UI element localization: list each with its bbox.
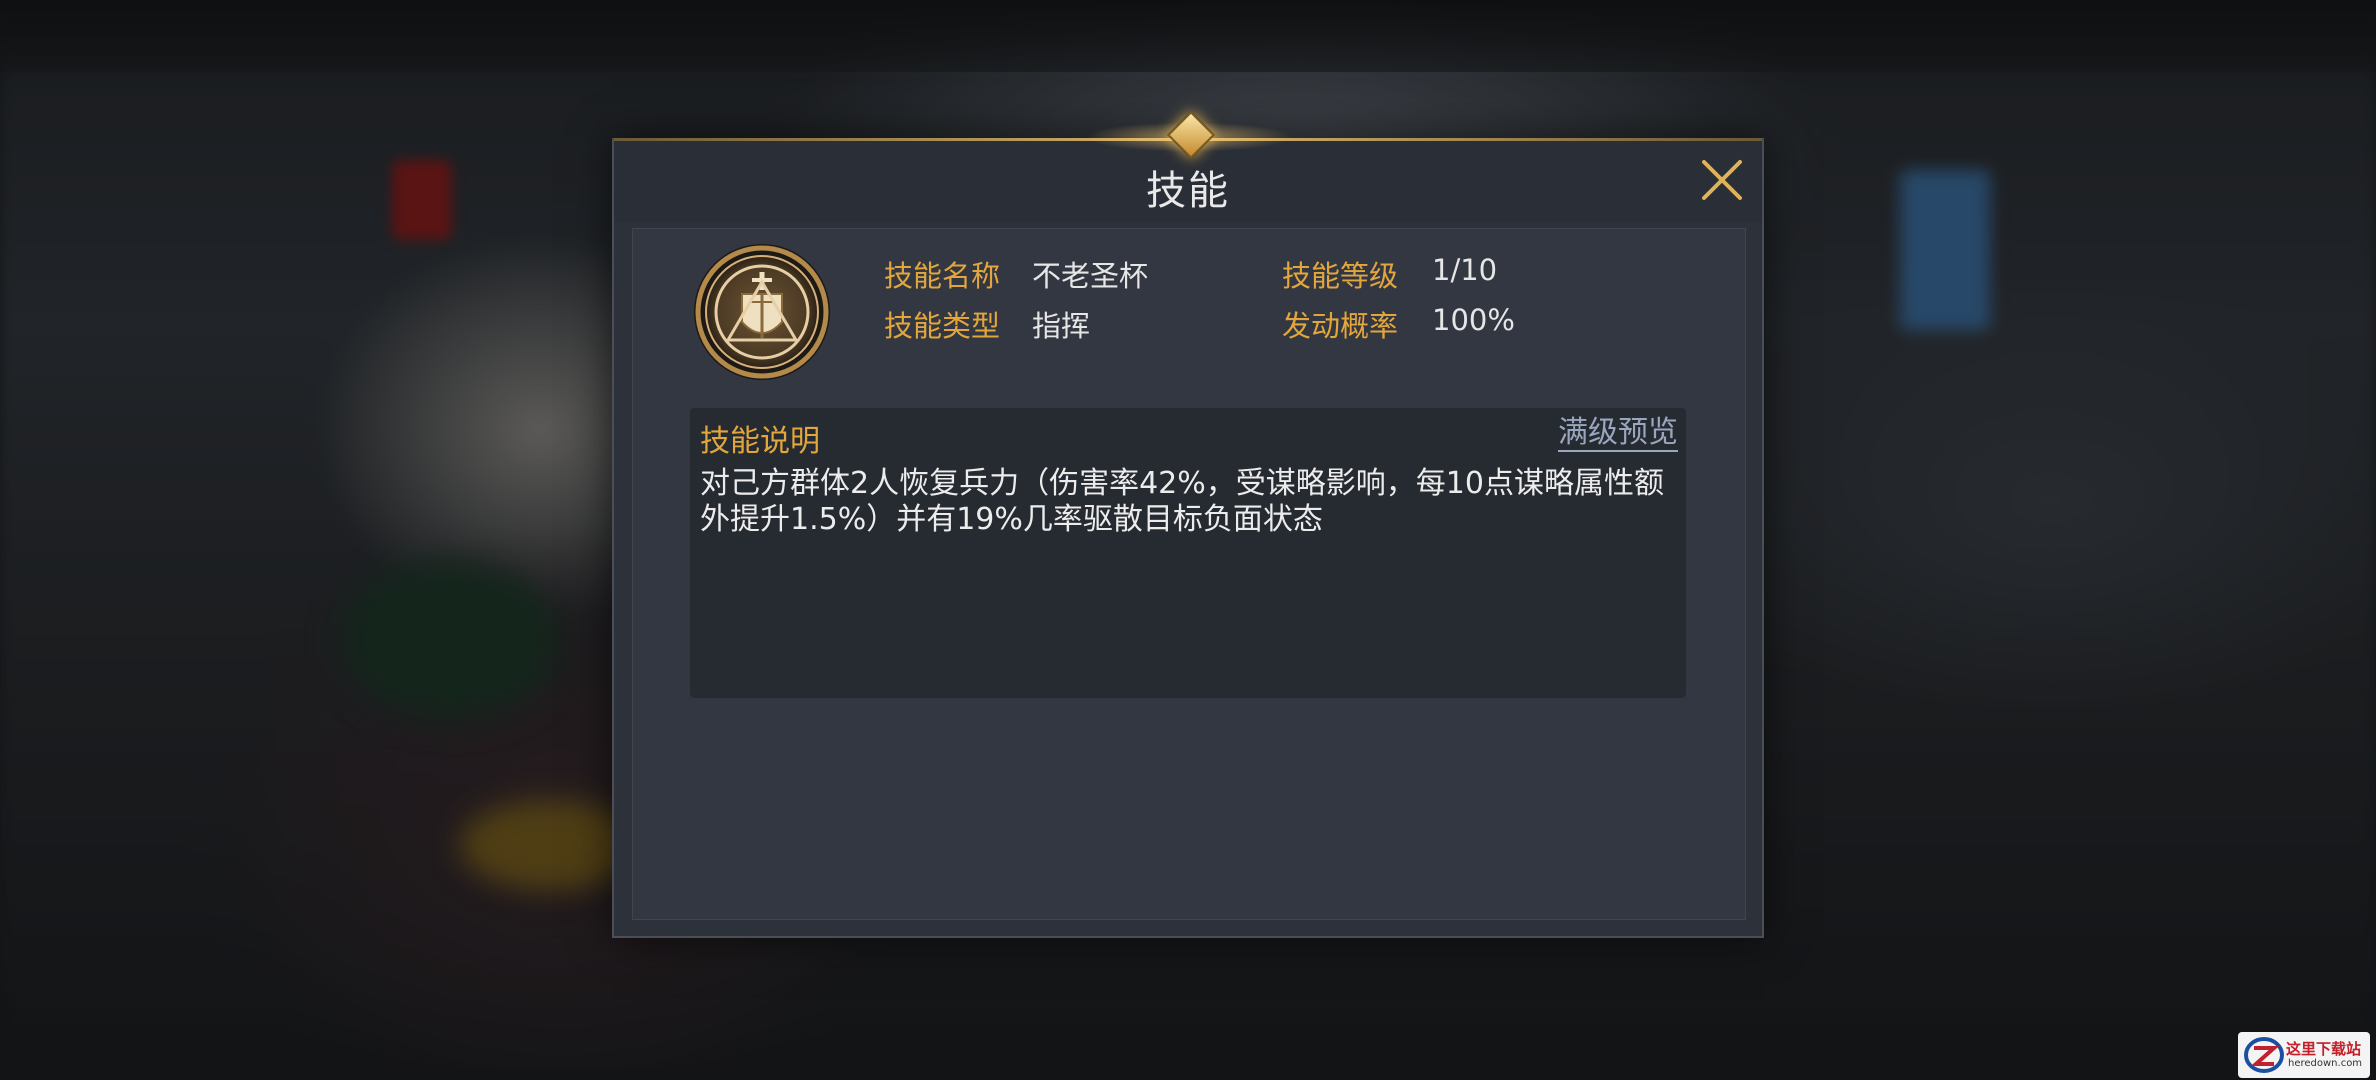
skill-name-label: 技能名称 (884, 259, 1001, 293)
holy-grail-shield-icon (694, 244, 830, 380)
max-level-preview-link[interactable]: 满级预览 (1558, 416, 1678, 452)
description-text: 对己方群体2人恢复兵力（伤害率42%，受谋略影响，每10点谋略属性额外提升1.5… (700, 466, 1664, 537)
description-label: 技能说明 (700, 424, 820, 459)
site-watermark: 这里下载站 heredown.com (2238, 1032, 2370, 1078)
skill-level-label: 技能等级 (1282, 259, 1399, 293)
skill-icon[interactable] (692, 242, 832, 382)
watermark-domain: heredown.com (2288, 1058, 2363, 1069)
skill-type-value: 指挥 (1032, 309, 1091, 343)
site-logo-icon (2244, 1037, 2284, 1073)
trigger-rate-value: 100% (1432, 303, 1515, 337)
background-top-bar (0, 0, 2376, 72)
skill-name-value: 不老圣杯 (1032, 259, 1149, 293)
skill-dialog: 技能 技能名称 不老圣杯 技能等级 1/10 技能类型 指挥 发动概率 100%… (612, 110, 1764, 938)
dialog-title: 技能 (1146, 168, 1230, 214)
description-box: 技能说明 满级预览 对己方群体2人恢复兵力（伤害率42%，受谋略影响，每10点谋… (690, 408, 1686, 698)
close-button[interactable] (1698, 156, 1746, 204)
trigger-rate-label: 发动概率 (1282, 309, 1399, 343)
skill-level-value: 1/10 (1432, 253, 1498, 287)
close-icon (1702, 160, 1742, 200)
watermark-text: 这里下载站 (2286, 1040, 2362, 1058)
skill-type-label: 技能类型 (884, 309, 1001, 343)
